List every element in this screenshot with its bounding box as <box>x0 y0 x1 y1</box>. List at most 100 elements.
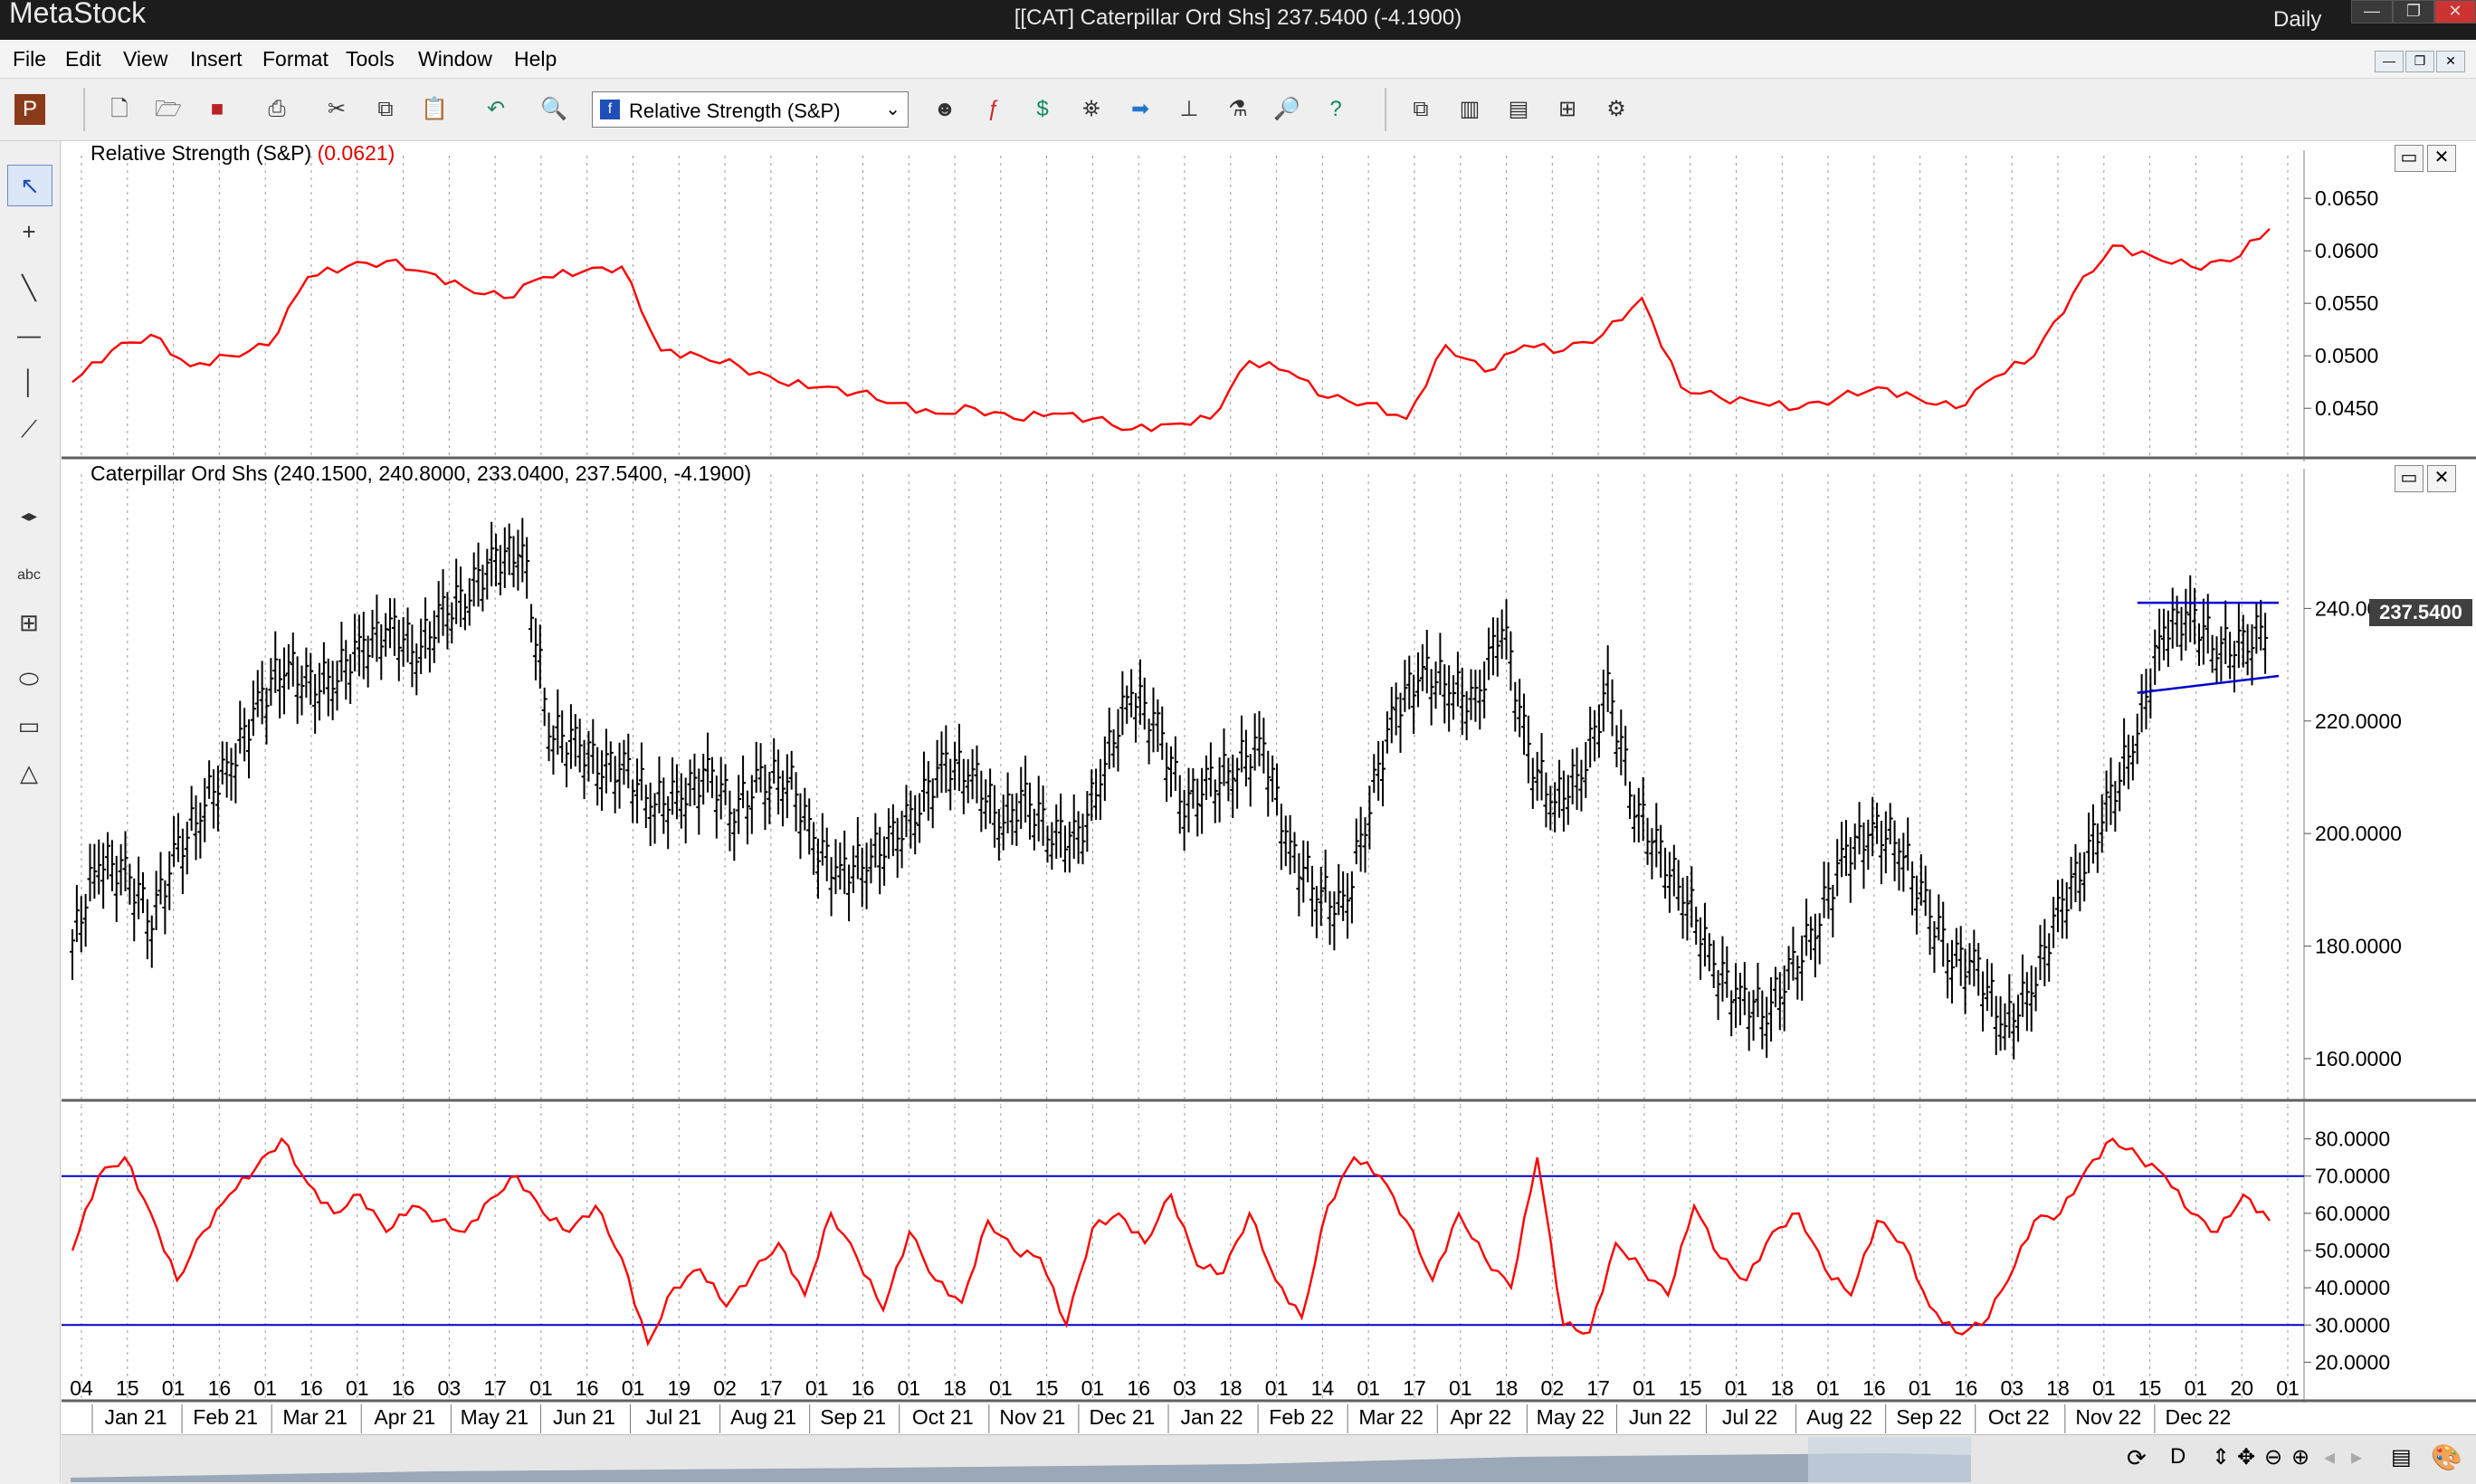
x-day-label: 03 <box>438 1376 462 1400</box>
open-icon[interactable]: 🗁 <box>150 91 186 128</box>
move-icon[interactable]: ✥ <box>2237 1444 2255 1470</box>
pointer-icon[interactable]: ↖ <box>7 165 52 206</box>
x-month-label: Jan 21 <box>104 1405 167 1429</box>
menu-window[interactable]: Window <box>418 47 492 71</box>
text-icon[interactable]: abc <box>7 556 51 595</box>
crosshair-icon[interactable]: + <box>7 212 51 252</box>
ellipse-icon[interactable]: ⬭ <box>7 659 51 699</box>
x-day-label: 18 <box>1770 1376 1794 1400</box>
menu-insert[interactable]: Insert <box>190 47 243 71</box>
triangle-icon[interactable]: △ <box>7 753 51 793</box>
x-day-label: 15 <box>1035 1376 1059 1400</box>
menu-file[interactable]: File <box>13 47 46 71</box>
optimizer-icon[interactable]: ⊥ <box>1171 91 1207 128</box>
minimize-button[interactable]: — <box>2351 0 2393 24</box>
x-day-label: 16 <box>1127 1376 1150 1400</box>
system-tester-icon[interactable]: ⚗ <box>1220 91 1256 128</box>
palette-icon[interactable]: 🎨 <box>2431 1442 2462 1472</box>
x-day-label: 01 <box>162 1376 186 1400</box>
copy-icon[interactable]: ⧉ <box>367 91 404 128</box>
chart-canvas[interactable]: 0.0450 0.0500 0.0550 0.0600 0.0650 160.0000 1… <box>62 141 2476 1435</box>
period-button[interactable]: D <box>2170 1444 2186 1470</box>
formula-icon[interactable]: ƒ <box>976 91 1012 128</box>
y-tick-label: 60.0000 <box>2315 1202 2390 1225</box>
period-label[interactable]: Daily <box>2273 7 2321 33</box>
print-icon[interactable]: ⎙ <box>259 91 295 128</box>
refresh-icon[interactable]: ⟳ <box>2127 1444 2147 1472</box>
fibonacci-icon[interactable]: ⟋ <box>7 409 51 449</box>
zoom-icon[interactable]: 🔍 <box>536 91 572 128</box>
x-month-label: Feb 22 <box>1269 1405 1334 1429</box>
scroll-left-icon[interactable]: ◂ <box>2324 1444 2335 1470</box>
time-scroller[interactable]: ⟳ D ⇕ ✥ ⊖ ⊕ ◂ ▸ ▤ 🎨 <box>62 1434 2476 1484</box>
new-icon[interactable]: 🗋 <box>101 91 138 128</box>
explorer-icon[interactable]: ⛯ <box>1073 91 1109 128</box>
undo-icon[interactable]: ↶ <box>478 91 514 128</box>
horizontal-line-icon[interactable]: — <box>7 315 51 355</box>
rs-pane: 0.0450 0.0500 0.0550 0.0600 0.0650 <box>71 150 2378 461</box>
overview-strip[interactable] <box>71 1437 1971 1482</box>
settings-icon[interactable]: ⚙ <box>1598 91 1634 128</box>
tile-icon[interactable]: ⧉ <box>1403 91 1439 128</box>
mdi-close-button[interactable]: ✕ <box>2436 51 2465 72</box>
resize-icon[interactable]: ⇕ <box>2212 1444 2230 1470</box>
close-window-button[interactable]: ✕ <box>2434 0 2476 24</box>
x-day-label: 16 <box>208 1376 232 1400</box>
x-day-label: 17 <box>759 1376 783 1400</box>
price-maximize-button[interactable]: ▭ <box>2395 465 2424 492</box>
menu-tools[interactable]: Tools <box>346 47 395 71</box>
price-ohlc: (240.1500, 240.8000, 233.0400, 237.5400,… <box>272 461 752 485</box>
save-icon[interactable]: ■ <box>199 91 235 128</box>
rs-close-button[interactable]: ✕ <box>2427 145 2456 172</box>
x-day-label: 01 <box>1265 1376 1289 1400</box>
menu-format[interactable]: Format <box>262 47 329 71</box>
grid-icon[interactable]: ⊞ <box>7 603 51 642</box>
rectangle-icon[interactable]: ▭ <box>7 706 51 746</box>
x-month-label: Oct 21 <box>912 1405 974 1429</box>
expert-icon[interactable]: ☻ <box>927 91 963 128</box>
zoom-out-icon[interactable]: ⊖ <box>2264 1444 2282 1470</box>
help-icon[interactable]: ? <box>1318 91 1354 128</box>
y-tick-label: 0.0600 <box>2315 239 2378 262</box>
scroll-icon[interactable]: ◂▸ <box>7 496 51 536</box>
price-close-button[interactable]: ✕ <box>2427 465 2456 492</box>
rs-maximize-button[interactable]: ▭ <box>2395 145 2424 172</box>
dollar-icon[interactable]: $ <box>1024 91 1061 128</box>
restore-button[interactable]: ❐ <box>2393 0 2434 24</box>
menu-edit[interactable]: Edit <box>65 47 101 71</box>
y-tick-label: 220.0000 <box>2315 709 2402 733</box>
chevron-down-icon: ⌄ <box>885 100 900 119</box>
y-tick-label: 20.0000 <box>2315 1350 2390 1374</box>
inspector-icon[interactable]: 🔎 <box>1269 91 1305 128</box>
layout3-icon[interactable]: ⊞ <box>1549 91 1586 128</box>
x-month-label: Jun 21 <box>553 1405 615 1429</box>
x-day-label: 18 <box>1495 1376 1519 1400</box>
data-window-icon[interactable]: ▤ <box>2391 1444 2412 1470</box>
x-day-label: 01 <box>989 1376 1013 1400</box>
rs-series-line <box>71 227 2271 433</box>
menu-help[interactable]: Help <box>514 47 557 71</box>
x-month-label: Dec 21 <box>1089 1405 1155 1429</box>
x-day-label: 17 <box>1586 1376 1610 1400</box>
layout1-icon[interactable]: ▥ <box>1452 91 1488 128</box>
menu-view[interactable]: View <box>123 47 167 71</box>
arrow-icon[interactable]: ➡ <box>1122 91 1158 128</box>
scroll-right-icon[interactable]: ▸ <box>2351 1444 2362 1470</box>
triangle-lower-line <box>2137 674 2280 694</box>
indicator-select[interactable]: f Relative Strength (S&P) ⌄ <box>592 91 909 128</box>
x-day-label: 01 <box>1816 1376 1840 1400</box>
paste-icon[interactable]: 📋 <box>416 91 452 128</box>
rs-label: Relative Strength (S&P) <box>90 141 312 165</box>
y-tick-label: 40.0000 <box>2315 1276 2390 1299</box>
mdi-restore-button[interactable]: ❐ <box>2405 51 2434 72</box>
power-console-icon[interactable]: P <box>14 94 45 125</box>
trendline-icon[interactable]: ╲ <box>7 268 51 308</box>
layout2-icon[interactable]: ▤ <box>1500 91 1537 128</box>
zoom-in-icon[interactable]: ⊕ <box>2291 1444 2309 1470</box>
chart-area[interactable]: 0.0450 0.0500 0.0550 0.0600 0.0650 160.0000 1… <box>62 141 2476 1483</box>
cut-icon[interactable]: ✂ <box>319 91 355 128</box>
vertical-line-icon[interactable]: │ <box>7 362 51 402</box>
x-day-label: 16 <box>1955 1376 1978 1400</box>
x-day-label: 01 <box>805 1376 829 1400</box>
mdi-minimize-button[interactable]: — <box>2375 51 2404 72</box>
